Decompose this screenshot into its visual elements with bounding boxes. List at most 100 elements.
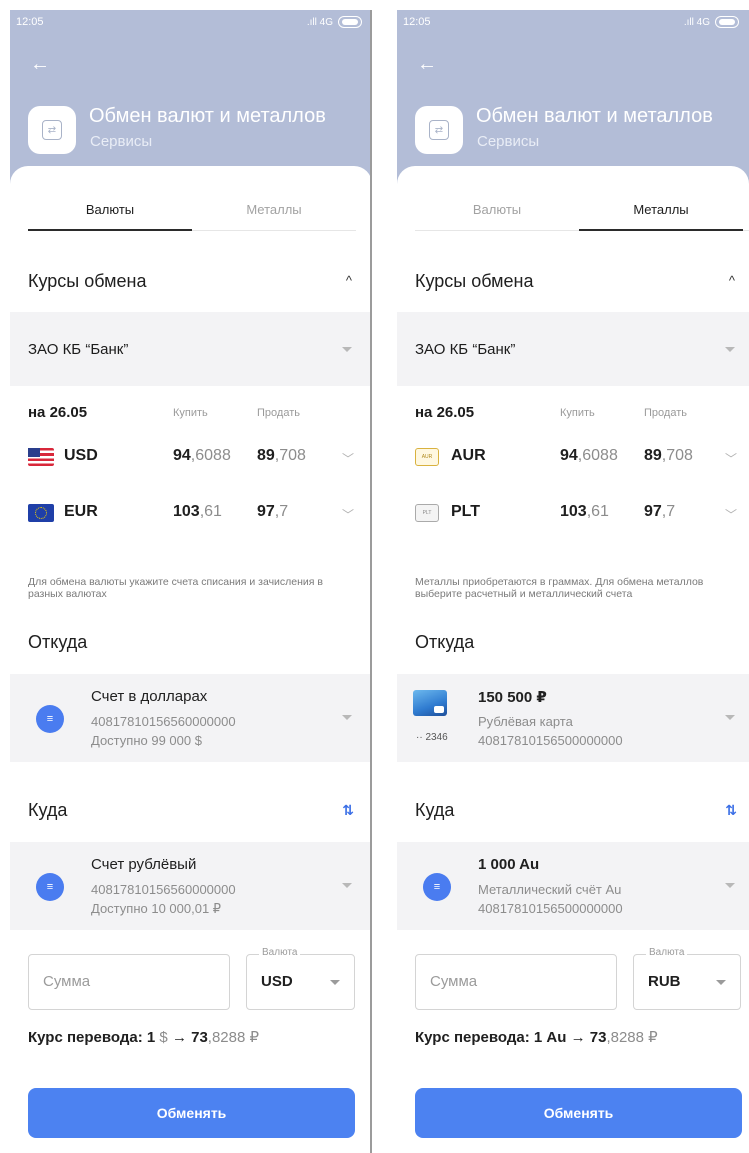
dropdown-caret-icon [342, 715, 352, 720]
gap [372, 10, 397, 1153]
us-flag-icon [28, 448, 54, 466]
buy-rate: 103,61 [173, 503, 222, 520]
currency-select[interactable]: Валюта RUB [633, 947, 741, 1010]
expand-chevron-icon[interactable]: ﹀ [342, 506, 354, 523]
metal-code: AUR [451, 447, 486, 464]
eu-flag-icon [28, 504, 54, 522]
account-title: Счет рублёвый [91, 856, 197, 873]
dropdown-caret-icon [725, 883, 735, 888]
active-tab-indicator [28, 229, 192, 231]
signal-icon: .ıll 4G [306, 16, 333, 28]
bank-name: ЗАО КБ “Банк” [415, 340, 516, 358]
expand-chevron-icon[interactable]: ﹀ [342, 450, 354, 467]
bank-select[interactable]: ЗАО КБ “Банк” [10, 312, 372, 386]
amount-input[interactable]: Сумма [415, 954, 617, 1010]
rates-date: на 26.05 [415, 404, 475, 421]
metals-screen: 12:05 .ıll 4G ← ⇄ Обмен валют и металлов… [397, 10, 749, 1153]
rate-row-aur[interactable]: AUR AUR 94,6088 89,708 ﹀ [415, 444, 749, 470]
dropdown-caret-icon [330, 980, 340, 985]
currency-value: RUB [648, 973, 681, 990]
dropdown-caret-icon [342, 346, 352, 352]
tab-currencies[interactable]: Валюты [415, 202, 579, 217]
from-heading: Откуда [415, 632, 475, 652]
buy-rate: 94,6088 [173, 447, 231, 464]
to-account-select[interactable]: ≡ 1 000 Au Металлический счёт Au 4081781… [397, 842, 749, 930]
tab-metals[interactable]: Металлы [579, 202, 743, 217]
page-title: Обмен валют и металлов [476, 105, 713, 127]
bank-name: ЗАО КБ “Банк” [28, 340, 129, 358]
service-icon: ⇄ [415, 106, 463, 154]
rate-row-eur[interactable]: EUR 103,61 97,7 ﹀ [28, 500, 372, 526]
rate-row-usd[interactable]: USD 94,6088 89,708 ﹀ [28, 444, 372, 470]
exchange-button[interactable]: Обменять [415, 1088, 742, 1138]
exchange-button[interactable]: Обменять [28, 1088, 355, 1138]
bank-card-icon [413, 690, 447, 716]
back-arrow-icon[interactable]: ← [417, 54, 437, 74]
account-number: 40817810156560000000 [91, 882, 236, 897]
exchange-icon: ⇄ [429, 120, 449, 140]
gold-bar-icon: AUR [415, 448, 439, 466]
status-bar: 12:05 .ıll 4G [10, 10, 372, 34]
currency-label: Валюта [259, 947, 301, 958]
back-arrow-icon[interactable]: ← [30, 54, 50, 74]
exchange-note: Для обмена валюты укажите счета списания… [28, 576, 323, 600]
page-title: Обмен валют и металлов [89, 105, 326, 127]
currency-code: EUR [64, 503, 98, 520]
account-number: 40817810156500000000 [478, 733, 623, 748]
sell-column-label: Продать [644, 407, 687, 419]
collapse-icon[interactable]: ^ [346, 273, 352, 288]
bank-select[interactable]: ЗАО КБ “Банк” [397, 312, 749, 386]
dropdown-caret-icon [725, 715, 735, 720]
currency-code: USD [64, 447, 98, 464]
platinum-bar-icon: PLT [415, 504, 439, 522]
currency-select[interactable]: Валюта USD [246, 947, 355, 1010]
buy-rate: 103,61 [560, 503, 609, 520]
to-heading: Куда [28, 800, 68, 820]
rates-header: на 26.05 Купить Продать [415, 404, 749, 424]
conversion-rate: Курс перевода: 1 Au → 73,8288 ₽ [415, 1029, 658, 1046]
to-heading: Куда [415, 800, 455, 820]
buy-column-label: Купить [560, 407, 595, 419]
to-account-select[interactable]: ≡ Счет рублёвый 40817810156560000000 Дос… [10, 842, 372, 930]
status-time: 12:05 [16, 16, 44, 28]
swap-accounts-icon[interactable]: ⇅ [342, 802, 354, 819]
content-sheet: Валюты Металлы Курсы обмена ^ ЗАО КБ “Ба… [10, 166, 372, 1153]
tab-bar: Валюты Металлы [28, 166, 356, 231]
account-available: Доступно 99 000 $ [91, 733, 202, 748]
account-available: Доступно 10 000,01 ₽ [91, 901, 222, 916]
signal-icon: .ıll 4G [683, 16, 710, 28]
amount-input[interactable]: Сумма [28, 954, 230, 1010]
dropdown-caret-icon [725, 346, 735, 352]
conversion-rate: Курс перевода: 1 $ → 73,8288 ₽ [28, 1029, 260, 1046]
account-type: Рублёвая карта [478, 714, 573, 729]
account-number: 40817810156560000000 [91, 714, 236, 729]
status-time: 12:05 [403, 16, 431, 28]
account-balance: 1 000 Au [478, 856, 540, 873]
sell-rate: 97,7 [644, 503, 676, 520]
amount-placeholder: Сумма [43, 973, 91, 990]
collapse-icon[interactable]: ^ [729, 273, 735, 288]
battery-icon [715, 16, 739, 28]
from-account-select[interactable]: ·· 2346 150 500 ₽ Рублёвая карта 4081781… [397, 674, 749, 762]
account-type: Металлический счёт Au [478, 882, 622, 897]
tab-currencies[interactable]: Валюты [28, 202, 192, 217]
account-icon: ≡ [36, 873, 64, 901]
currency-label: Валюта [646, 947, 688, 958]
amount-placeholder: Сумма [430, 973, 478, 990]
rates-heading: Курсы обмена [28, 271, 147, 291]
from-account-select[interactable]: ≡ Счет в долларах 40817810156560000000 Д… [10, 674, 372, 762]
status-bar: 12:05 .ıll 4G [397, 10, 749, 34]
swap-accounts-icon[interactable]: ⇅ [725, 802, 737, 819]
tab-metals[interactable]: Металлы [192, 202, 356, 217]
expand-chevron-icon[interactable]: ﹀ [725, 506, 737, 523]
sell-column-label: Продать [257, 407, 300, 419]
sell-rate: 89,708 [644, 447, 693, 464]
rates-date: на 26.05 [28, 404, 88, 421]
expand-chevron-icon[interactable]: ﹀ [725, 450, 737, 467]
buy-rate: 94,6088 [560, 447, 618, 464]
buy-column-label: Купить [173, 407, 208, 419]
rate-row-plt[interactable]: PLT PLT 103,61 97,7 ﹀ [415, 500, 749, 526]
dropdown-caret-icon [716, 980, 726, 985]
rates-header: на 26.05 Купить Продать [28, 404, 372, 424]
currency-screen: 12:05 .ıll 4G ← ⇄ Обмен валют и металлов… [10, 10, 372, 1153]
